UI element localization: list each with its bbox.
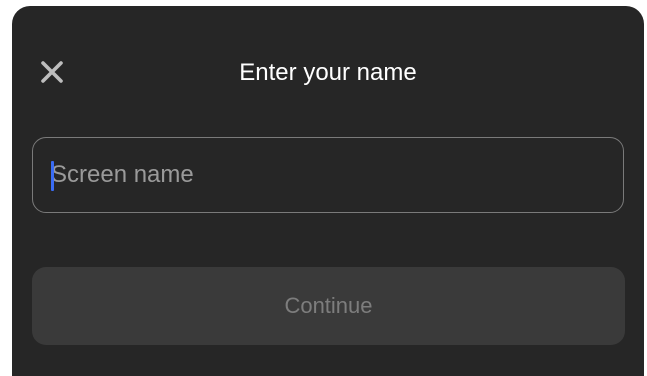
screen-name-input[interactable] [51, 138, 606, 212]
name-entry-sheet: Enter your name Continue [12, 6, 644, 376]
page-title: Enter your name [239, 59, 417, 86]
continue-button[interactable]: Continue [32, 267, 625, 345]
screen-name-field[interactable] [32, 137, 624, 213]
sheet-header: Enter your name [12, 46, 644, 102]
